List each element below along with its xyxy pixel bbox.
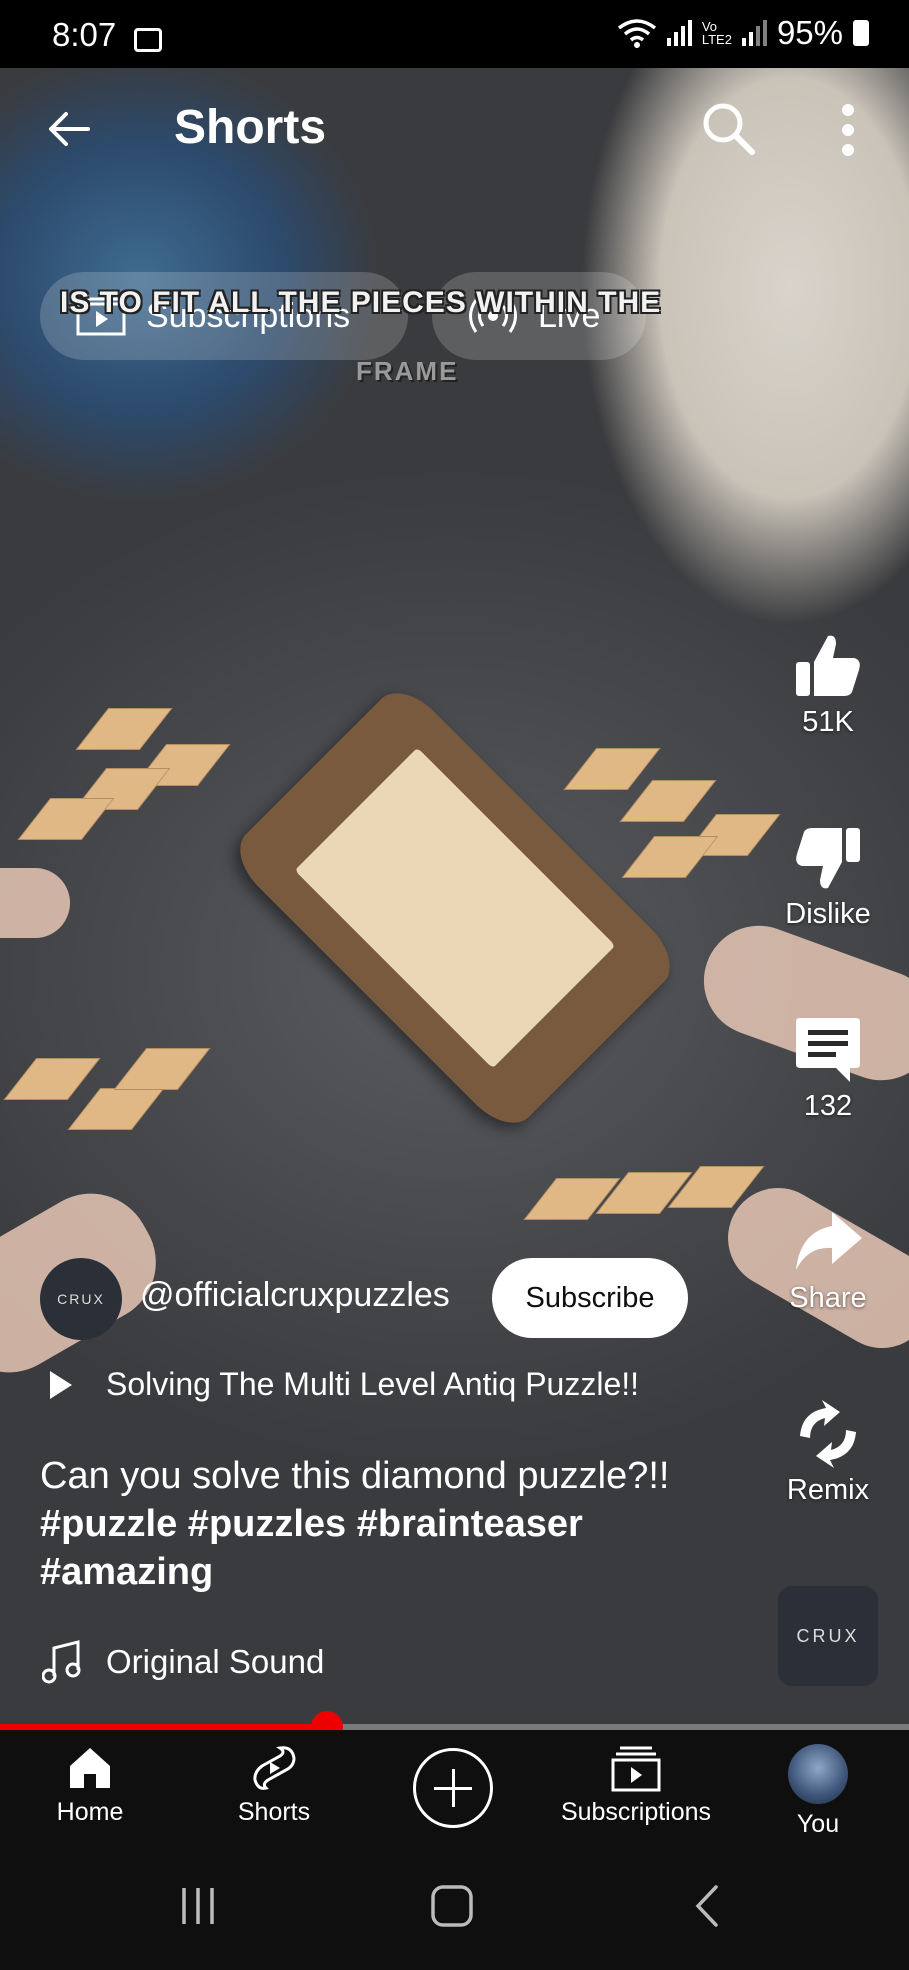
search-icon[interactable] xyxy=(700,100,756,156)
back-icon[interactable] xyxy=(692,1884,722,1928)
channel-handle[interactable]: @officialcruxpuzzles xyxy=(140,1276,450,1315)
like-button[interactable]: 51K xyxy=(768,630,888,739)
dislike-button[interactable]: Dislike xyxy=(768,822,888,931)
nav-label: You xyxy=(796,1810,840,1838)
sound-thumbnail[interactable]: CRUX xyxy=(778,1586,878,1686)
share-icon xyxy=(796,1212,862,1270)
video-description[interactable]: Can you solve this diamond puzzle?!! #pu… xyxy=(40,1452,730,1596)
comment-icon xyxy=(796,1018,860,1082)
signal-icon xyxy=(666,20,692,46)
user-avatar xyxy=(788,1744,848,1804)
dislike-label: Dislike xyxy=(785,898,871,930)
video-caption-line: FRAME xyxy=(356,356,459,386)
recent-apps-icon[interactable] xyxy=(178,1886,218,1926)
puzzle-piece xyxy=(563,748,661,790)
back-arrow-icon[interactable] xyxy=(44,104,94,154)
hand-image xyxy=(0,868,70,938)
status-bar: 8:07 Vo LTE2 95% xyxy=(0,0,909,68)
sound-thumb-text: CRUX xyxy=(796,1625,860,1646)
system-nav-bar xyxy=(0,1850,909,1970)
video-caption-line: IS TO FIT ALL THE PIECES WITHIN THE xyxy=(60,286,662,319)
remix-icon xyxy=(800,1400,856,1468)
subscriptions-icon xyxy=(611,1746,661,1792)
related-video-title: Solving The Multi Level Antiq Puzzle!! xyxy=(106,1366,640,1402)
thumbs-down-icon xyxy=(796,828,860,889)
comment-count: 132 xyxy=(803,1090,853,1122)
avatar-text: CRUX xyxy=(57,1291,105,1307)
home-button-icon[interactable] xyxy=(430,1884,474,1928)
subscribe-button[interactable]: Subscribe xyxy=(492,1258,688,1338)
nav-label: Home xyxy=(56,1798,124,1826)
bottom-nav: Home Shorts Subscriptions You xyxy=(0,1730,909,1850)
puzzle-piece xyxy=(67,1088,165,1130)
thumbs-up-icon xyxy=(796,635,860,696)
play-icon xyxy=(50,1370,72,1399)
remix-label: Remix xyxy=(786,1474,870,1506)
like-count: 51K xyxy=(802,706,854,738)
create-button[interactable] xyxy=(413,1748,493,1828)
battery-percent: 95% xyxy=(776,14,843,51)
puzzle-piece xyxy=(3,1058,101,1100)
sound-link[interactable]: Original Sound xyxy=(42,1640,324,1684)
signal-icon xyxy=(741,20,767,46)
nav-shorts[interactable]: Shorts xyxy=(224,1744,324,1827)
home-icon xyxy=(70,1748,110,1788)
nav-label: Shorts xyxy=(237,1798,311,1826)
top-app-bar: Shorts xyxy=(0,90,909,170)
puzzle-piece xyxy=(17,798,115,840)
nav-label: Subscriptions xyxy=(560,1798,712,1826)
volte-icon: Vo LTE2 xyxy=(701,19,732,47)
share-button[interactable]: Share xyxy=(768,1206,888,1315)
music-note-icon xyxy=(42,1640,81,1684)
more-options-icon[interactable] xyxy=(836,102,860,158)
puzzle-piece xyxy=(113,1048,211,1090)
remix-button[interactable]: Remix xyxy=(768,1398,888,1507)
description-hashtags[interactable]: #amazing xyxy=(40,1548,730,1596)
status-time: 8:07 xyxy=(52,16,117,53)
wifi-icon xyxy=(617,19,656,48)
nav-subscriptions[interactable]: Subscriptions xyxy=(556,1744,716,1827)
description-text: Can you solve this diamond puzzle?!! xyxy=(40,1455,670,1497)
puzzle-piece xyxy=(619,780,717,822)
share-label: Share xyxy=(789,1282,867,1314)
image-notification-icon xyxy=(134,28,162,52)
battery-icon xyxy=(853,20,869,46)
channel-avatar[interactable]: CRUX xyxy=(40,1258,122,1340)
puzzle-piece xyxy=(621,836,719,878)
puzzle-piece xyxy=(75,708,173,750)
shorts-icon xyxy=(253,1746,296,1790)
description-hashtags[interactable]: #puzzle #puzzles #brainteaser xyxy=(40,1500,730,1548)
comments-button[interactable]: 132 xyxy=(768,1014,888,1123)
related-video-link[interactable]: Solving The Multi Level Antiq Puzzle!! xyxy=(40,1366,639,1403)
nav-you[interactable]: You xyxy=(778,1744,858,1839)
nav-home[interactable]: Home xyxy=(50,1744,130,1827)
page-title: Shorts xyxy=(174,101,327,154)
sound-label: Original Sound xyxy=(106,1643,325,1680)
